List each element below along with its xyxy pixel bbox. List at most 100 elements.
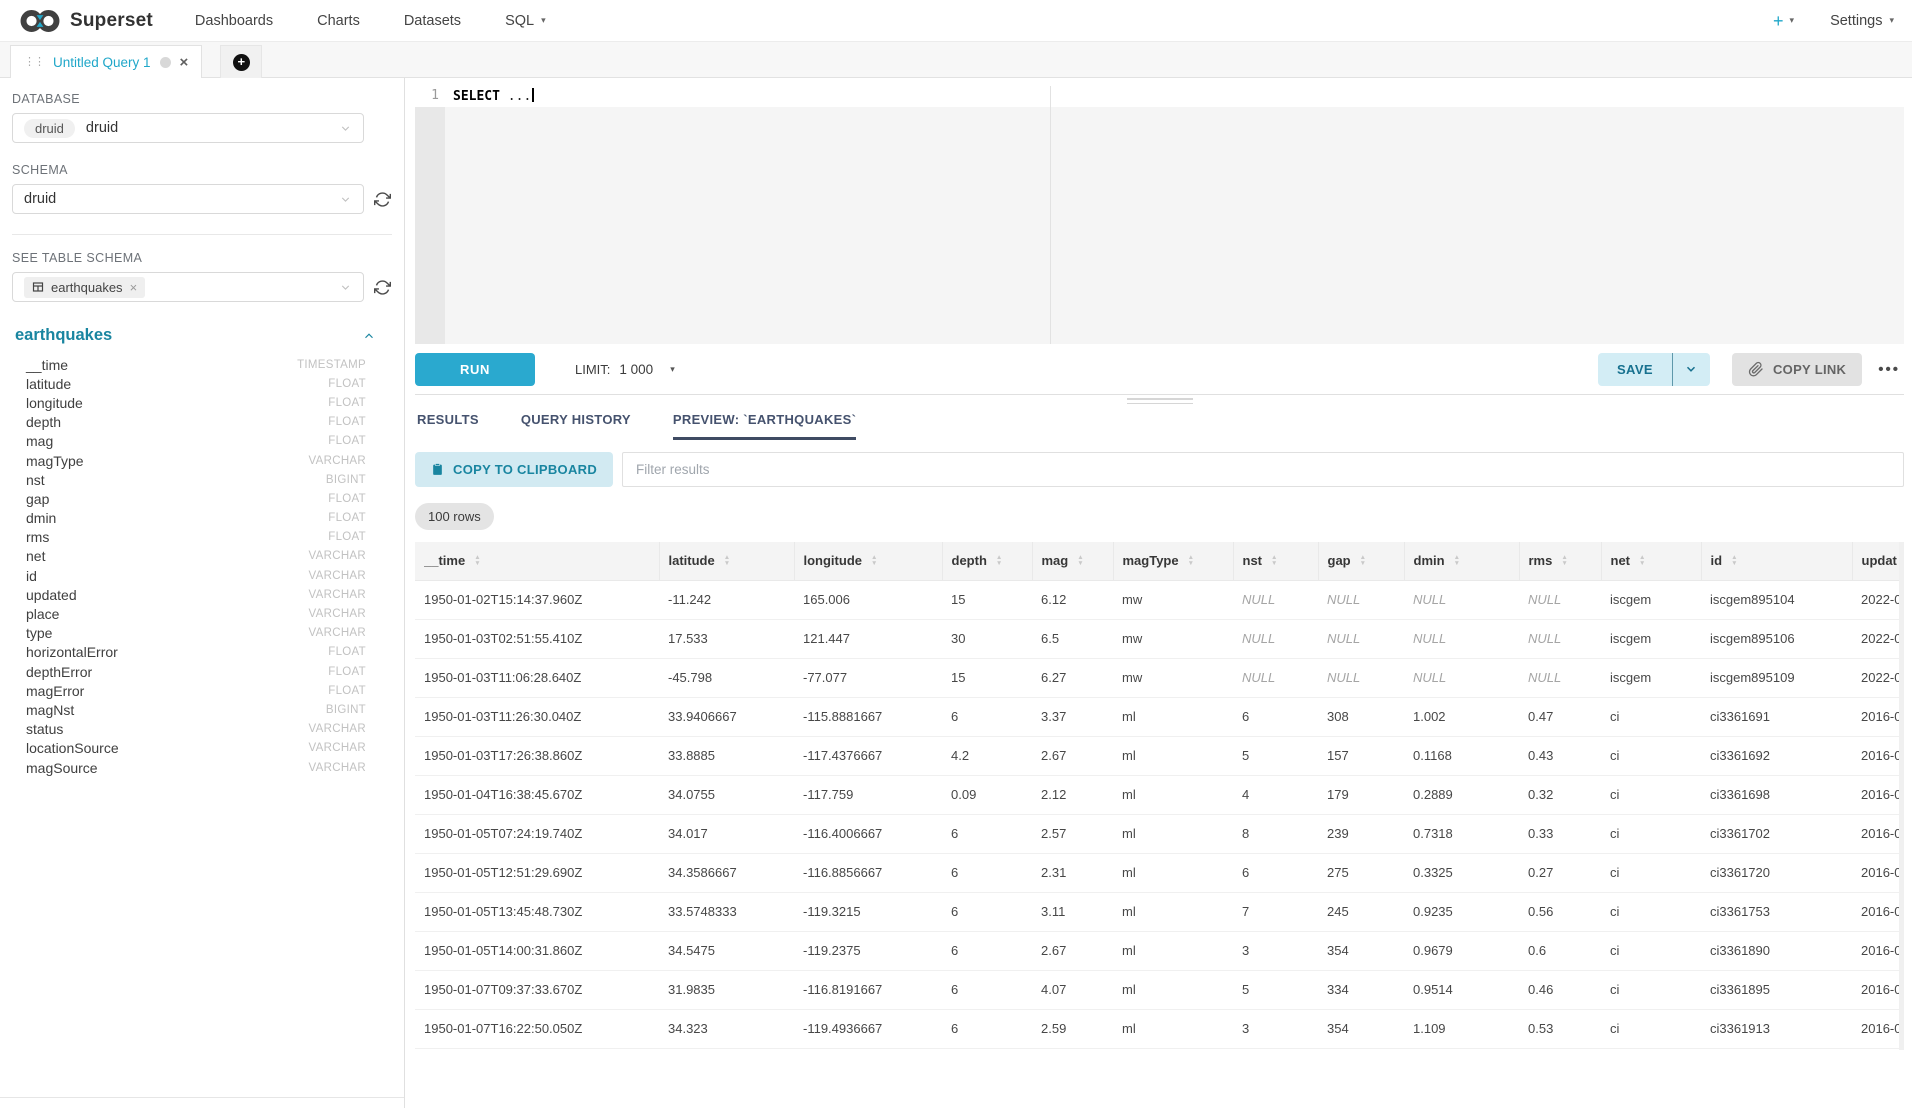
pane-splitter[interactable] [415, 394, 1904, 404]
table-select[interactable]: earthquakes × [12, 272, 364, 302]
nav-item-charts[interactable]: Charts [317, 13, 360, 29]
table-cell: mw [1113, 658, 1233, 697]
superset-logo[interactable]: Superset [18, 8, 153, 34]
results-table-container: __time▲▼latitude▲▼longitude▲▼depth▲▼mag▲… [415, 542, 1904, 1108]
table-schema-header[interactable]: earthquakes [12, 326, 392, 345]
splitter-grip-icon[interactable] [1127, 398, 1193, 407]
table-cell: -117.4376667 [794, 736, 942, 775]
column-header-nst[interactable]: nst▲▼ [1233, 542, 1318, 580]
table-cell: ci [1601, 775, 1701, 814]
schema-column-type: VARCHAR [309, 762, 366, 774]
close-icon[interactable]: × [180, 55, 189, 70]
schema-column-row: magSourceVARCHAR [12, 758, 392, 777]
main-nav: Dashboards Charts Datasets SQL▾ [195, 13, 546, 29]
table-cell: 6 [1233, 853, 1318, 892]
schema-column-type: FLOAT [328, 646, 366, 658]
table-cell: 4.2 [942, 736, 1032, 775]
table-cell: 5 [1233, 970, 1318, 1009]
schema-label: SCHEMA [12, 163, 392, 177]
table-cell: NULL [1233, 580, 1318, 619]
column-header-net[interactable]: net▲▼ [1601, 542, 1701, 580]
table-cell: 0.2889 [1404, 775, 1519, 814]
table-cell: NULL [1318, 580, 1404, 619]
database-select[interactable]: druid druid [12, 113, 364, 143]
column-header--time[interactable]: __time▲▼ [415, 542, 659, 580]
column-header-mag[interactable]: mag▲▼ [1032, 542, 1113, 580]
nav-item-sql[interactable]: SQL▾ [505, 13, 546, 29]
schema-select[interactable]: druid [12, 184, 364, 214]
table-cell: 33.9406667 [659, 697, 794, 736]
nav-item-dashboards[interactable]: Dashboards [195, 13, 273, 29]
table-row: 1950-01-05T14:00:31.860Z34.5475-119.2375… [415, 931, 1904, 970]
sort-icon[interactable]: ▲▼ [996, 555, 1002, 566]
save-button[interactable]: SAVE [1598, 353, 1672, 386]
table-cell: 33.8885 [659, 736, 794, 775]
settings-menu[interactable]: Settings ▾ [1830, 13, 1894, 29]
table-cell: 6 [942, 892, 1032, 931]
sort-icon[interactable]: ▲▼ [474, 555, 480, 566]
schema-column-row: latitudeFLOAT [12, 374, 392, 393]
column-header-longitude[interactable]: longitude ▲▼ [794, 542, 942, 580]
table-cell: 1950-01-05T07:24:19.740Z [415, 814, 659, 853]
drag-handle-icon[interactable]: ⋮⋮ [24, 57, 44, 68]
copy-link-button[interactable]: COPY LINK [1732, 353, 1862, 386]
sort-icon[interactable]: ▲▼ [1731, 555, 1737, 566]
column-header-rms[interactable]: rms▲▼ [1519, 542, 1601, 580]
schema-column-type: BIGINT [326, 474, 366, 486]
refresh-schemas-icon[interactable] [372, 191, 392, 208]
schema-column-row: longitudeFLOAT [12, 393, 392, 412]
filter-results-input[interactable] [622, 452, 1904, 487]
sort-icon[interactable]: ▲▼ [724, 555, 730, 566]
table-cell: mw [1113, 580, 1233, 619]
limit-dropdown[interactable]: LIMIT: 1 000 ▾ [575, 362, 675, 377]
column-header-gap[interactable]: gap▲▼ [1318, 542, 1404, 580]
sort-icon[interactable]: ▲▼ [871, 555, 877, 566]
table-cell: iscgem895106 [1701, 619, 1852, 658]
nav-item-label: Dashboards [195, 13, 273, 29]
limit-label: LIMIT: [575, 362, 610, 377]
sort-icon[interactable]: ▲▼ [1454, 555, 1460, 566]
save-options-button[interactable] [1673, 353, 1710, 386]
table-cell: 354 [1318, 1009, 1404, 1048]
remove-table-icon[interactable]: × [130, 280, 138, 295]
table-cell: 1950-01-03T11:06:28.640Z [415, 658, 659, 697]
table-cell: 4 [1233, 775, 1318, 814]
refresh-tables-icon[interactable] [372, 279, 392, 296]
table-cell: 6 [942, 853, 1032, 892]
column-header-latitude[interactable]: latitude▲▼ [659, 542, 794, 580]
table-cell: -45.798 [659, 658, 794, 697]
column-header-label: longitude [804, 553, 863, 568]
column-header-id[interactable]: id▲▼ [1701, 542, 1852, 580]
tab-results[interactable]: RESULTS [417, 412, 479, 440]
tab-preview-earthquakes[interactable]: PREVIEW: `EARTHQUAKES` [673, 412, 856, 440]
column-header-updat[interactable]: updat▲▼ [1852, 542, 1904, 580]
column-header-depth[interactable]: depth▲▼ [942, 542, 1032, 580]
table-cell: -11.242 [659, 580, 794, 619]
sql-editor[interactable]: 1 SELECT ... [415, 86, 1904, 344]
tab-query-history[interactable]: QUERY HISTORY [521, 412, 631, 440]
column-header-dmin[interactable]: dmin▲▼ [1404, 542, 1519, 580]
sort-icon[interactable]: ▲▼ [1360, 555, 1366, 566]
schema-column-name: dmin [26, 510, 56, 526]
copy-to-clipboard-button[interactable]: COPY TO CLIPBOARD [415, 452, 613, 487]
schema-column-name: magType [26, 453, 84, 469]
table-cell: 1950-01-05T13:45:48.730Z [415, 892, 659, 931]
nav-item-datasets[interactable]: Datasets [404, 13, 461, 29]
schema-column-type: FLOAT [328, 666, 366, 678]
sort-icon[interactable]: ▲▼ [1188, 555, 1194, 566]
table-cell: -115.8881667 [794, 697, 942, 736]
column-header-magtype[interactable]: magType▲▼ [1113, 542, 1233, 580]
chevron-up-icon[interactable] [362, 329, 376, 343]
sort-icon[interactable]: ▲▼ [1271, 555, 1277, 566]
new-query-tab-button[interactable]: + [220, 45, 262, 78]
table-cell: 165.006 [794, 580, 942, 619]
query-tab-active[interactable]: ⋮⋮ Untitled Query 1 × [10, 45, 202, 78]
more-menu-icon[interactable]: ••• [1878, 361, 1900, 378]
run-button[interactable]: RUN [415, 353, 535, 386]
sort-icon[interactable]: ▲▼ [1077, 555, 1083, 566]
sort-icon[interactable]: ▲▼ [1639, 555, 1645, 566]
table-cell: 2016-0 [1852, 1009, 1904, 1048]
new-item-menu[interactable]: + ▾ [1773, 12, 1794, 30]
table-cell: 2022-0 [1852, 580, 1904, 619]
sort-icon[interactable]: ▲▼ [1561, 555, 1567, 566]
